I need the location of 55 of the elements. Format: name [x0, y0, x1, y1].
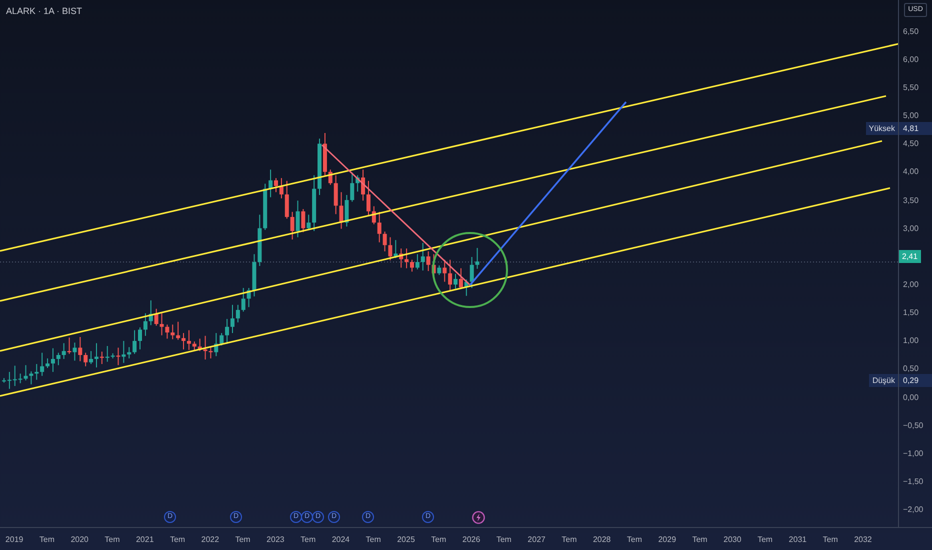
time-tick: 2027 [526, 534, 546, 544]
time-tick: Tem [300, 534, 317, 544]
time-tick: Tem [430, 534, 448, 544]
time-tick: 2021 [134, 534, 155, 544]
time-tick: 2031 [788, 534, 808, 544]
time-tick: Tem [38, 534, 56, 544]
price-tick: 0,50 [903, 364, 919, 374]
price-tick: 6,00 [903, 54, 919, 64]
high-label: Yüksek [866, 122, 898, 135]
time-tick: 2020 [70, 534, 90, 544]
price-tick: 4,50 [903, 139, 919, 148]
time-tick: Tem [168, 534, 186, 544]
channel-line[interactable] [0, 140, 882, 352]
time-tick: 2023 [266, 534, 286, 544]
price-tick: 5,00 [903, 111, 919, 120]
low-label: Düşük [869, 374, 898, 387]
trend-line[interactable] [321, 144, 471, 286]
current-price-badge: 2,41 [899, 250, 921, 263]
price-tick: 3,00 [903, 224, 919, 233]
time-tick: Tem [364, 534, 382, 544]
time-tick: Tem [626, 534, 644, 544]
price-tick: 5,50 [903, 82, 919, 92]
time-tick: 2028 [592, 534, 612, 544]
time-tick: Tem [495, 534, 512, 544]
time-tick: 2032 [853, 534, 873, 544]
time-tick: 2030 [722, 534, 742, 544]
time-tick: Tem [104, 534, 121, 544]
price-tick: −1,50 [903, 477, 924, 486]
lightning-icon[interactable] [472, 511, 485, 524]
time-tick: Tem [234, 534, 252, 544]
time-tick: 2025 [396, 534, 416, 544]
price-tick: 1,50 [903, 308, 919, 318]
price-tick: 3,50 [903, 196, 919, 205]
price-tick: −2,00 [903, 505, 924, 514]
projection-line[interactable] [469, 101, 627, 286]
symbol-title: ALARK · 1A · BIST [6, 6, 82, 16]
circle-marker[interactable] [432, 232, 508, 308]
price-tick: −0,50 [903, 420, 924, 430]
time-tick: Tem [691, 534, 708, 544]
time-tick: 2019 [4, 534, 24, 544]
price-tick: 1,00 [903, 336, 919, 346]
time-tick: 2022 [200, 534, 220, 544]
time-tick: 2029 [657, 534, 678, 544]
high-value: 4,81 [899, 122, 932, 135]
low-value: 0,29 [899, 374, 932, 387]
time-tick: Tem [756, 534, 774, 544]
price-tick: 0,00 [903, 392, 919, 402]
price-tick: 2,00 [903, 280, 919, 289]
time-tick: 2026 [461, 534, 482, 544]
price-tick: 6,50 [903, 26, 919, 36]
price-tick: −1,00 [903, 448, 924, 458]
time-tick: Tem [822, 534, 839, 544]
price-tick: 4,00 [903, 167, 919, 176]
time-tick: 2024 [330, 534, 351, 544]
time-tick: Tem [560, 534, 578, 544]
